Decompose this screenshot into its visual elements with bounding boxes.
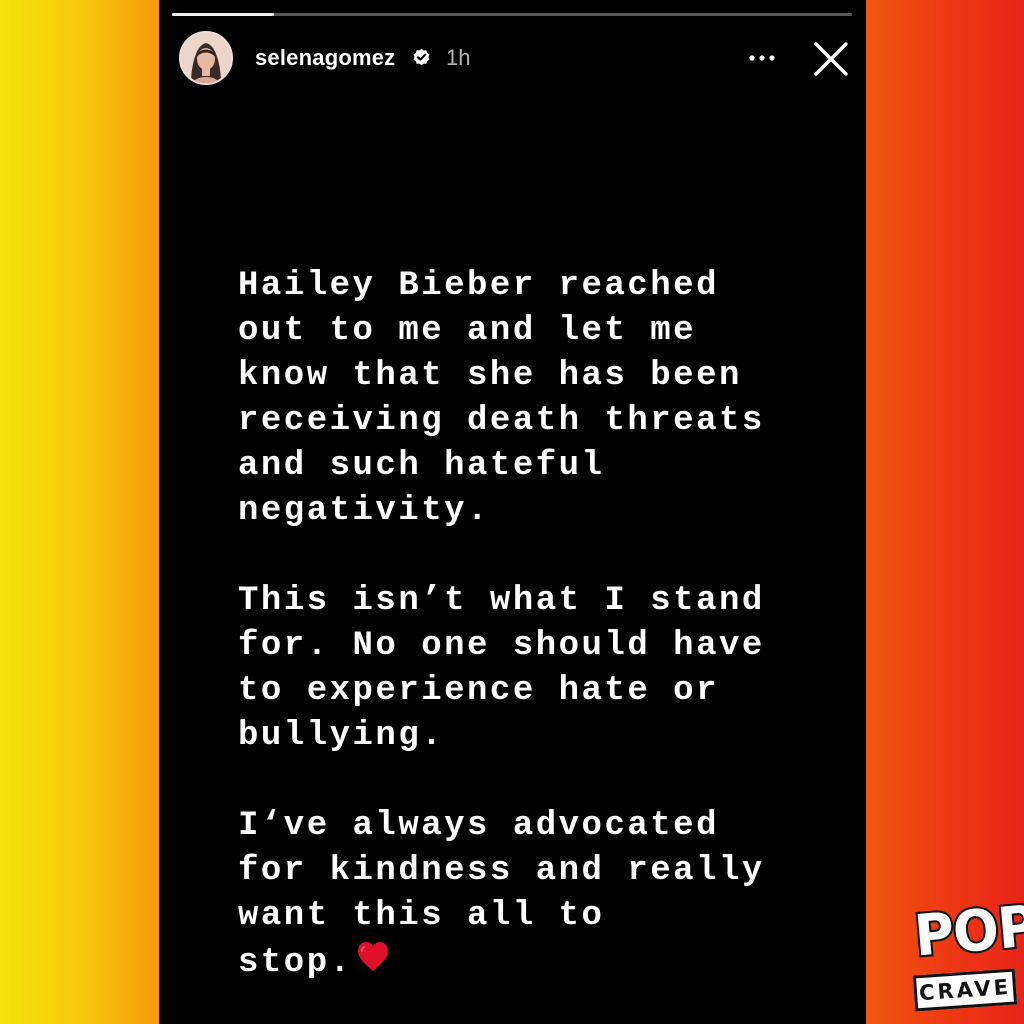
more-options-icon[interactable] [745,44,779,72]
verified-badge-icon [413,48,430,66]
avatar-portrait [181,33,231,83]
logo-pop-text: POP [910,891,1024,972]
close-icon[interactable] [812,40,850,78]
story-paragraph: This isn’t what I stand for. No one shou… [238,582,765,755]
story-progress-fill [172,13,274,16]
avatar[interactable] [179,31,233,85]
username[interactable]: selenagomez [255,45,395,71]
post-timestamp: 1h [446,45,471,70]
red-heart-icon [357,942,388,971]
story-progress-bar [172,13,852,16]
story-paragraph-last: I‘ve always advocated for kindness and r… [238,804,838,986]
story-viewer: selenagomez 1h Hailey Bieber reached out… [159,0,866,1024]
story-text: Hailey Bieber reached out to me and let … [238,264,838,986]
story-paragraph: Hailey Bieber reached out to me and let … [238,267,765,530]
story-paragraph-text: I‘ve always advocated for kindness and r… [238,807,765,982]
pop-crave-logo: POP CRAVE [906,891,1024,1016]
logo-crave-text: CRAVE [912,968,1018,1012]
